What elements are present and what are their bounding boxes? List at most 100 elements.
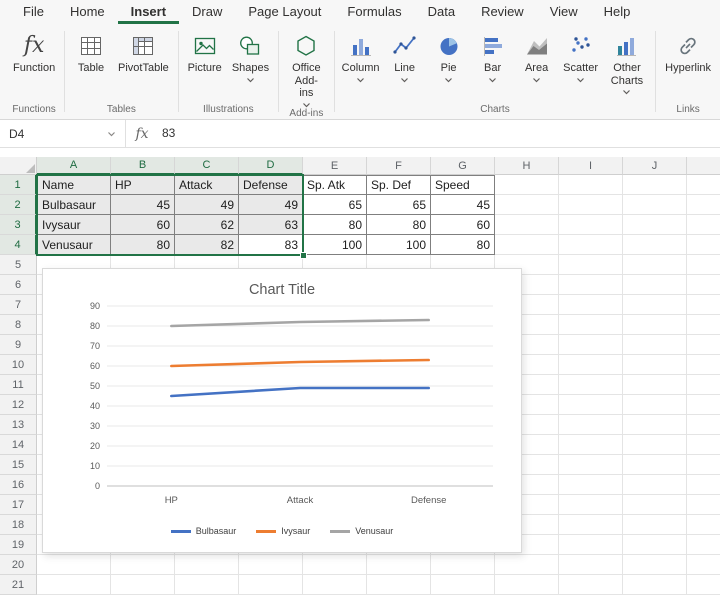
row-header-13[interactable]: 13 bbox=[0, 415, 37, 435]
cell-J18[interactable] bbox=[623, 515, 687, 535]
cell-B4[interactable]: 80 bbox=[111, 235, 175, 255]
cell-A21[interactable] bbox=[37, 575, 111, 595]
cell-B3[interactable]: 60 bbox=[111, 215, 175, 235]
menu-tab-draw[interactable]: Draw bbox=[179, 0, 235, 24]
row-header-17[interactable]: 17 bbox=[0, 495, 37, 515]
cell-E2[interactable]: 65 bbox=[303, 195, 367, 215]
cell-H2[interactable] bbox=[495, 195, 559, 215]
column-header-A[interactable]: A bbox=[37, 157, 111, 175]
row-header-4[interactable]: 4 bbox=[0, 235, 37, 255]
row-header-20[interactable]: 20 bbox=[0, 555, 37, 575]
cell-I18[interactable] bbox=[559, 515, 623, 535]
cell-G4[interactable]: 80 bbox=[431, 235, 495, 255]
row-header-7[interactable]: 7 bbox=[0, 295, 37, 315]
cell-H4[interactable] bbox=[495, 235, 559, 255]
cell-J8[interactable] bbox=[623, 315, 687, 335]
cell-A2[interactable]: Bulbasaur bbox=[37, 195, 111, 215]
cell-I8[interactable] bbox=[559, 315, 623, 335]
embedded-chart[interactable]: Chart Title 0102030405060708090HPAttackD… bbox=[42, 268, 522, 553]
row-header-16[interactable]: 16 bbox=[0, 475, 37, 495]
cell-A20[interactable] bbox=[37, 555, 111, 575]
cell-H21[interactable] bbox=[495, 575, 559, 595]
column-header-G[interactable]: G bbox=[431, 157, 495, 175]
pie-chart-button[interactable]: Pie bbox=[427, 29, 471, 83]
cell-I6[interactable] bbox=[559, 275, 623, 295]
line-chart-button[interactable]: Line bbox=[383, 29, 427, 83]
cell-A4[interactable]: Venusaur bbox=[37, 235, 111, 255]
cell-F20[interactable] bbox=[367, 555, 431, 575]
cell-I7[interactable] bbox=[559, 295, 623, 315]
column-chart-button[interactable]: Column bbox=[339, 29, 383, 83]
row-header-10[interactable]: 10 bbox=[0, 355, 37, 375]
cell-G2[interactable]: 45 bbox=[431, 195, 495, 215]
menu-tab-file[interactable]: File bbox=[10, 0, 57, 24]
cell-J4[interactable] bbox=[623, 235, 687, 255]
cell-A3[interactable]: Ivysaur bbox=[37, 215, 111, 235]
cell-B1[interactable]: HP bbox=[111, 175, 175, 195]
cell-H1[interactable] bbox=[495, 175, 559, 195]
table-button[interactable]: Table bbox=[69, 29, 113, 75]
cell-D20[interactable] bbox=[239, 555, 303, 575]
row-header-18[interactable]: 18 bbox=[0, 515, 37, 535]
cell-J12[interactable] bbox=[623, 395, 687, 415]
other-charts-button[interactable]: Other Charts bbox=[603, 29, 652, 95]
cell-I17[interactable] bbox=[559, 495, 623, 515]
select-all-corner[interactable] bbox=[0, 157, 37, 175]
cell-J17[interactable] bbox=[623, 495, 687, 515]
cell-C21[interactable] bbox=[175, 575, 239, 595]
row-header-11[interactable]: 11 bbox=[0, 375, 37, 395]
row-header-5[interactable]: 5 bbox=[0, 255, 37, 275]
cell-C3[interactable]: 62 bbox=[175, 215, 239, 235]
cell-J15[interactable] bbox=[623, 455, 687, 475]
cell-I13[interactable] bbox=[559, 415, 623, 435]
column-header-J[interactable]: J bbox=[623, 157, 687, 175]
menu-tab-formulas[interactable]: Formulas bbox=[334, 0, 414, 24]
cell-E21[interactable] bbox=[303, 575, 367, 595]
cell-F21[interactable] bbox=[367, 575, 431, 595]
cell-C20[interactable] bbox=[175, 555, 239, 575]
fill-handle[interactable] bbox=[300, 252, 307, 259]
office-addins-button[interactable]: Office Add-ins bbox=[283, 29, 330, 108]
cell-D4[interactable]: 83 bbox=[239, 235, 303, 255]
row-header-12[interactable]: 12 bbox=[0, 395, 37, 415]
menu-tab-help[interactable]: Help bbox=[591, 0, 644, 24]
row-header-15[interactable]: 15 bbox=[0, 455, 37, 475]
cell-I20[interactable] bbox=[559, 555, 623, 575]
cell-I1[interactable] bbox=[559, 175, 623, 195]
hyperlink-button[interactable]: Hyperlink bbox=[660, 29, 716, 75]
cell-J2[interactable] bbox=[623, 195, 687, 215]
cell-D2[interactable]: 49 bbox=[239, 195, 303, 215]
picture-button[interactable]: Picture bbox=[183, 29, 227, 75]
row-header-1[interactable]: 1 bbox=[0, 175, 37, 195]
cell-A1[interactable]: Name bbox=[37, 175, 111, 195]
cell-I3[interactable] bbox=[559, 215, 623, 235]
cell-D21[interactable] bbox=[239, 575, 303, 595]
shapes-button[interactable]: Shapes bbox=[227, 29, 274, 83]
cell-E4[interactable]: 100 bbox=[303, 235, 367, 255]
cell-I4[interactable] bbox=[559, 235, 623, 255]
row-header-3[interactable]: 3 bbox=[0, 215, 37, 235]
cell-J21[interactable] bbox=[623, 575, 687, 595]
area-chart-button[interactable]: Area bbox=[515, 29, 559, 83]
cell-I16[interactable] bbox=[559, 475, 623, 495]
column-header-C[interactable]: C bbox=[175, 157, 239, 175]
scatter-chart-button[interactable]: Scatter bbox=[559, 29, 603, 83]
cell-J3[interactable] bbox=[623, 215, 687, 235]
row-header-2[interactable]: 2 bbox=[0, 195, 37, 215]
cell-J14[interactable] bbox=[623, 435, 687, 455]
cell-F1[interactable]: Sp. Def bbox=[367, 175, 431, 195]
cell-B20[interactable] bbox=[111, 555, 175, 575]
cell-I9[interactable] bbox=[559, 335, 623, 355]
cell-J13[interactable] bbox=[623, 415, 687, 435]
name-box[interactable]: D4 bbox=[0, 120, 126, 147]
cell-F3[interactable]: 80 bbox=[367, 215, 431, 235]
formula-input[interactable]: 83 bbox=[158, 120, 720, 147]
cell-G1[interactable]: Speed bbox=[431, 175, 495, 195]
cell-I21[interactable] bbox=[559, 575, 623, 595]
pivottable-button[interactable]: PivotTable bbox=[113, 29, 174, 75]
cell-I12[interactable] bbox=[559, 395, 623, 415]
cell-I10[interactable] bbox=[559, 355, 623, 375]
cell-C4[interactable]: 82 bbox=[175, 235, 239, 255]
cell-H20[interactable] bbox=[495, 555, 559, 575]
menu-tab-insert[interactable]: Insert bbox=[118, 0, 179, 24]
